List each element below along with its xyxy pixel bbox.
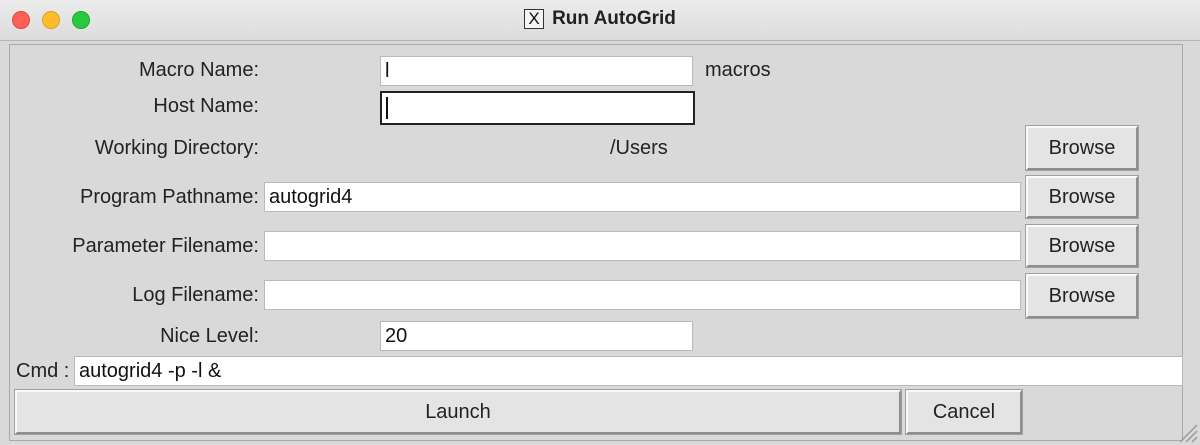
log-filename-label: Log Filename:: [132, 284, 259, 306]
parameter-filename-browse-button[interactable]: Browse: [1025, 224, 1139, 268]
program-pathname-browse-button[interactable]: Browse: [1025, 175, 1139, 219]
macro-name-suffix: macros: [705, 59, 771, 81]
parameter-filename-label: Parameter Filename:: [72, 235, 259, 257]
program-pathname-input[interactable]: autogrid4: [264, 182, 1021, 212]
window-title-text: Run AutoGrid: [552, 8, 676, 29]
host-name-label: Host Name:: [153, 95, 259, 117]
host-name-input[interactable]: [380, 91, 695, 125]
x11-app-icon: X: [524, 9, 545, 29]
log-filename-browse-button[interactable]: Browse: [1025, 273, 1139, 319]
working-directory-browse-button[interactable]: Browse: [1025, 125, 1139, 171]
working-directory-value: /Users: [610, 137, 668, 159]
working-directory-label: Working Directory:: [94, 137, 259, 159]
resize-grip-icon[interactable]: [1176, 421, 1198, 443]
macro-name-label: Macro Name:: [138, 59, 259, 81]
window-title: X Run AutoGrid: [0, 8, 1200, 32]
log-filename-input[interactable]: [264, 280, 1021, 310]
text-cursor: [386, 96, 388, 119]
nice-level-input[interactable]: 20: [380, 321, 693, 351]
run-autogrid-window: X Run AutoGrid Macro Name: l macros Host …: [0, 0, 1200, 445]
title-bar[interactable]: X Run AutoGrid: [0, 0, 1200, 41]
cmd-input[interactable]: autogrid4 -p -l &: [74, 356, 1183, 386]
nice-level-label: Nice Level:: [160, 325, 259, 347]
macro-name-input[interactable]: l: [380, 56, 693, 86]
cmd-label: Cmd :: [16, 360, 70, 382]
program-pathname-label: Program Pathname:: [80, 186, 259, 208]
parameter-filename-input[interactable]: [264, 231, 1021, 261]
form-panel: Macro Name: l macros Host Name: Working …: [9, 44, 1183, 441]
cancel-button[interactable]: Cancel: [905, 389, 1023, 435]
launch-button[interactable]: Launch: [14, 389, 902, 435]
